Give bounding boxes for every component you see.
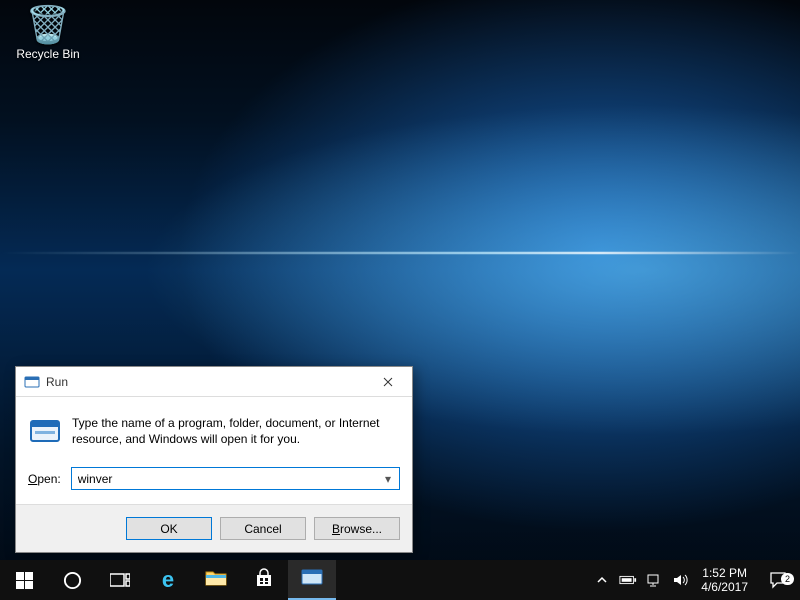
notification-badge: 2 <box>781 573 794 585</box>
edge-button[interactable]: e <box>144 560 192 600</box>
folder-icon <box>205 569 227 592</box>
run-message: Type the name of a program, folder, docu… <box>72 415 400 449</box>
recycle-bin-icon[interactable]: 🗑️ Recycle Bin <box>10 5 86 61</box>
ok-button[interactable]: OK <box>126 517 212 540</box>
clock-time: 1:52 PM <box>701 566 748 580</box>
network-button[interactable] <box>641 572 667 588</box>
clock-button[interactable]: 1:52 PM 4/6/2017 <box>693 566 756 594</box>
taskbar: e <box>0 560 800 600</box>
cancel-button[interactable]: Cancel <box>220 517 306 540</box>
edge-icon: e <box>162 567 174 593</box>
run-taskbar-button[interactable] <box>288 560 336 600</box>
run-dialog: Run Type the name of a program, folder, … <box>15 366 413 553</box>
store-button[interactable] <box>240 560 288 600</box>
volume-button[interactable] <box>667 572 693 588</box>
battery-icon <box>619 574 637 586</box>
run-taskbar-icon <box>301 568 323 591</box>
clock-date: 4/6/2017 <box>701 580 748 594</box>
action-center-button[interactable]: 2 <box>756 571 800 589</box>
open-label: Open: <box>28 472 61 486</box>
browse-button[interactable]: Browse... <box>314 517 400 540</box>
speaker-icon <box>672 572 688 588</box>
windows-logo-icon <box>16 572 33 589</box>
trash-icon: 🗑️ <box>10 5 86 45</box>
chevron-down-icon[interactable]: ▾ <box>381 472 395 486</box>
titlebar[interactable]: Run <box>16 367 412 397</box>
close-icon <box>383 377 393 387</box>
file-explorer-button[interactable] <box>192 560 240 600</box>
battery-button[interactable] <box>615 574 641 586</box>
store-icon <box>254 568 274 593</box>
recycle-bin-label: Recycle Bin <box>10 47 86 61</box>
close-button[interactable] <box>365 367 410 396</box>
desktop-wallpaper: 🗑️ Recycle Bin Run Type the name of a pr… <box>0 0 800 600</box>
task-view-button[interactable] <box>96 560 144 600</box>
chevron-up-icon <box>597 576 607 584</box>
run-title: Run <box>46 375 365 389</box>
open-combobox[interactable]: ▾ <box>71 467 400 490</box>
run-icon <box>28 415 62 449</box>
run-app-icon <box>24 374 40 390</box>
task-view-icon <box>110 572 130 588</box>
tray-overflow-button[interactable] <box>589 576 615 584</box>
button-row: OK Cancel Browse... <box>16 504 412 552</box>
open-input[interactable] <box>78 472 381 486</box>
cortana-button[interactable] <box>48 560 96 600</box>
start-button[interactable] <box>0 560 48 600</box>
network-icon <box>646 572 662 588</box>
circle-icon <box>63 571 82 590</box>
